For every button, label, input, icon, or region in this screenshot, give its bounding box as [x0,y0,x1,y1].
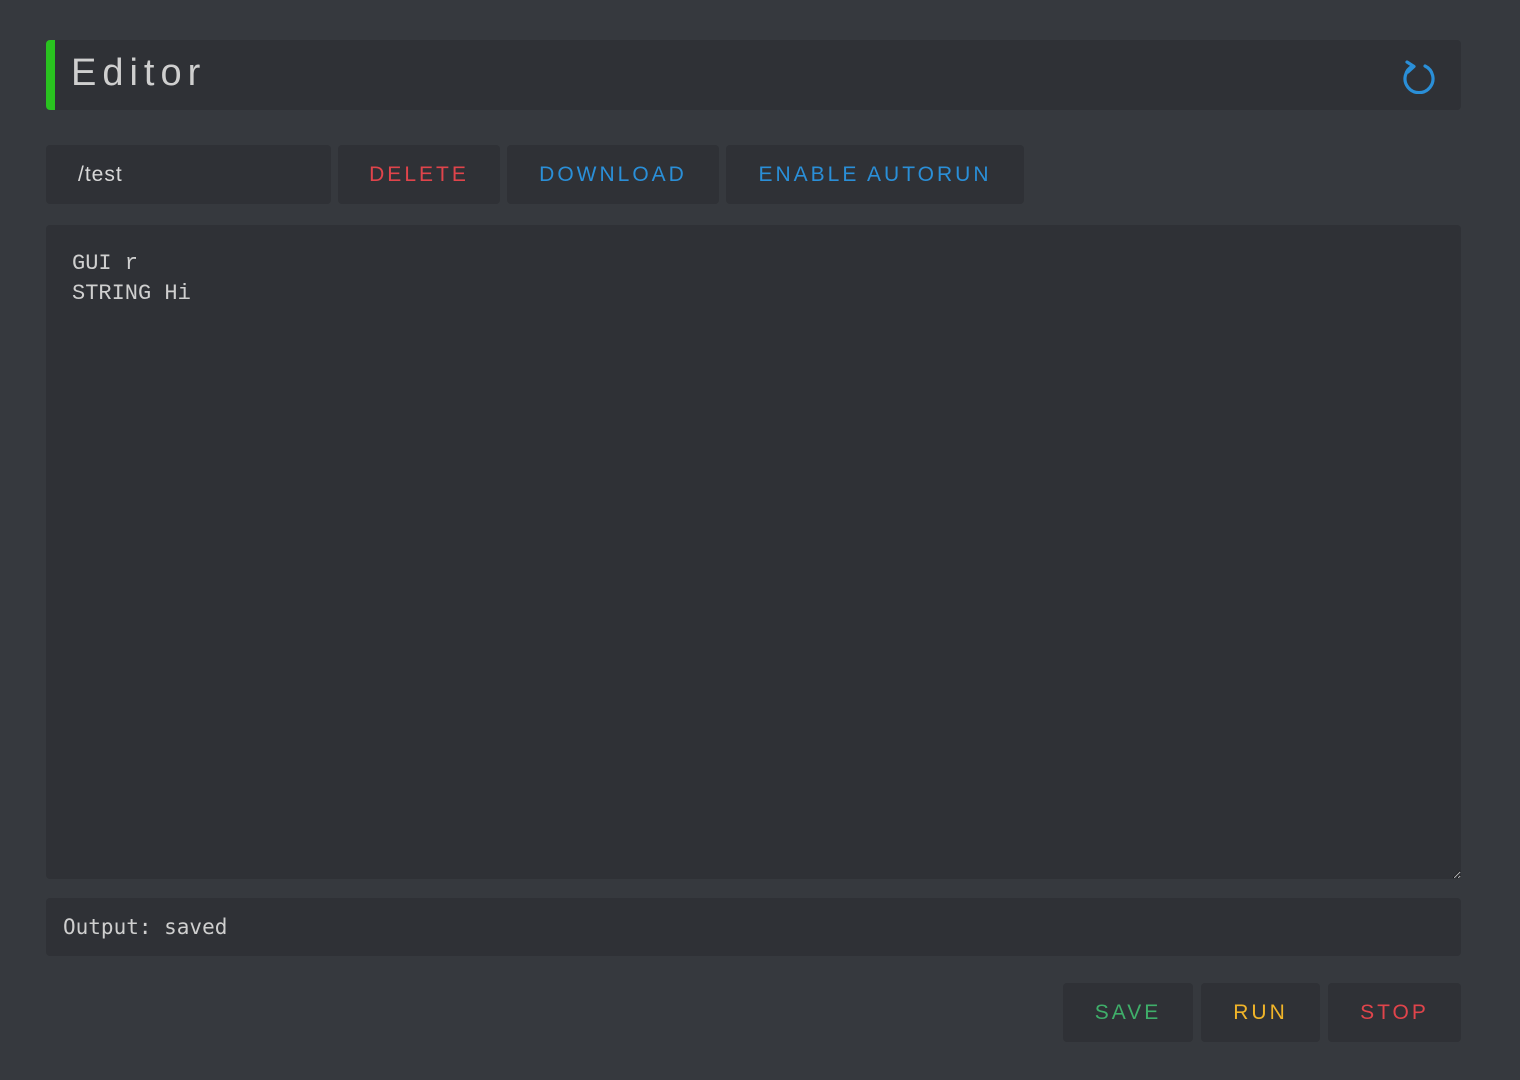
filename-input[interactable] [46,145,331,204]
stop-button[interactable]: STOP [1328,983,1461,1042]
delete-button[interactable]: DELETE [338,145,500,204]
reload-icon[interactable] [1401,58,1437,95]
download-button[interactable]: DOWNLOAD [507,145,719,204]
page-title: Editor [71,52,207,94]
enable-autorun-button[interactable]: ENABLE AUTORUN [726,145,1024,204]
save-button[interactable]: SAVE [1063,983,1193,1042]
editor-header: Editor [46,40,1461,110]
run-button[interactable]: RUN [1201,983,1320,1042]
script-editor[interactable]: GUI r STRING Hi [46,225,1461,879]
output-status: Output: saved [46,898,1461,956]
